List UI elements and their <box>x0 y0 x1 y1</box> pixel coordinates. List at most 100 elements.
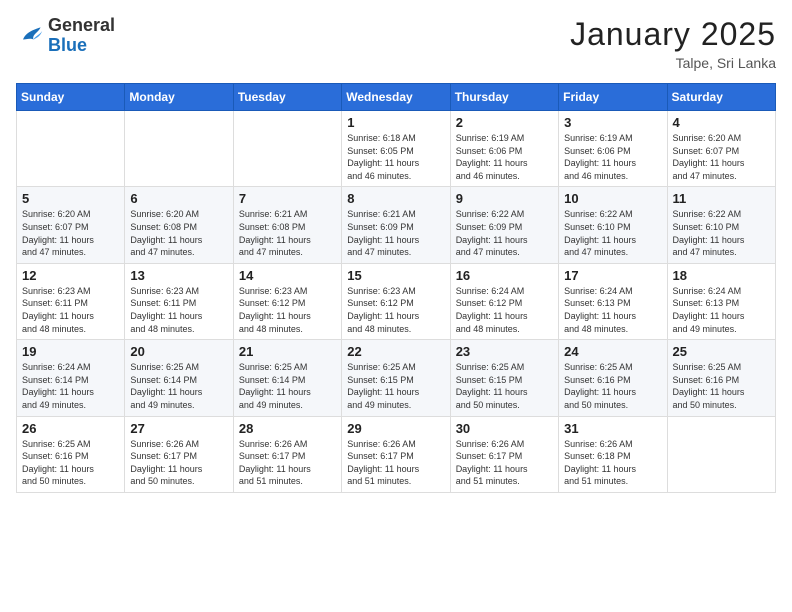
cell-content: Sunrise: 6:19 AMSunset: 6:06 PMDaylight:… <box>456 132 553 182</box>
calendar-cell: 4Sunrise: 6:20 AMSunset: 6:07 PMDaylight… <box>667 111 775 187</box>
column-header-thursday: Thursday <box>450 84 558 111</box>
day-number: 20 <box>130 344 227 359</box>
day-number: 14 <box>239 268 336 283</box>
day-number: 12 <box>22 268 119 283</box>
cell-content: Sunrise: 6:25 AMSunset: 6:16 PMDaylight:… <box>564 361 661 411</box>
cell-content: Sunrise: 6:21 AMSunset: 6:08 PMDaylight:… <box>239 208 336 258</box>
logo-bird-icon <box>16 22 44 50</box>
calendar-cell <box>17 111 125 187</box>
calendar-cell: 24Sunrise: 6:25 AMSunset: 6:16 PMDayligh… <box>559 340 667 416</box>
cell-content: Sunrise: 6:20 AMSunset: 6:08 PMDaylight:… <box>130 208 227 258</box>
cell-content: Sunrise: 6:26 AMSunset: 6:17 PMDaylight:… <box>239 438 336 488</box>
day-number: 23 <box>456 344 553 359</box>
calendar-cell: 7 Sunrise: 6:21 AMSunset: 6:08 PMDaylight… <box>233 187 341 263</box>
calendar-cell: 17 Sunrise: 6:24 AMSunset: 6:13 PMDayligh… <box>559 263 667 339</box>
calendar-cell: 12Sunrise: 6:23 AMSunset: 6:11 PMDayligh… <box>17 263 125 339</box>
day-number: 17 <box>564 268 661 283</box>
calendar-cell <box>125 111 233 187</box>
column-header-monday: Monday <box>125 84 233 111</box>
calendar-cell: 1 Sunrise: 6:18 AMSunset: 6:05 PMDaylight… <box>342 111 450 187</box>
column-header-tuesday: Tuesday <box>233 84 341 111</box>
cell-content: Sunrise: 6:26 AMSunset: 6:17 PMDaylight:… <box>347 438 444 488</box>
cell-content: Sunrise: 6:25 AMSunset: 6:16 PMDaylight:… <box>22 438 119 488</box>
day-number: 19 <box>22 344 119 359</box>
calendar-cell: 13Sunrise: 6:23 AMSunset: 6:11 PMDayligh… <box>125 263 233 339</box>
day-number: 13 <box>130 268 227 283</box>
cell-content: Sunrise: 6:25 AMSunset: 6:14 PMDaylight:… <box>130 361 227 411</box>
logo-text: General Blue <box>48 16 115 56</box>
calendar-cell <box>667 416 775 492</box>
day-number: 29 <box>347 421 444 436</box>
cell-content: Sunrise: 6:24 AMSunset: 6:12 PMDaylight:… <box>456 285 553 335</box>
calendar-cell: 16 Sunrise: 6:24 AMSunset: 6:12 PMDayligh… <box>450 263 558 339</box>
cell-content: Sunrise: 6:25 AMSunset: 6:15 PMDaylight:… <box>347 361 444 411</box>
cell-content: Sunrise: 6:26 AMSunset: 6:18 PMDaylight:… <box>564 438 661 488</box>
day-number: 21 <box>239 344 336 359</box>
calendar-cell: 30 Sunrise: 6:26 AMSunset: 6:17 PMDayligh… <box>450 416 558 492</box>
calendar-cell: 23 Sunrise: 6:25 AMSunset: 6:15 PMDayligh… <box>450 340 558 416</box>
column-header-sunday: Sunday <box>17 84 125 111</box>
cell-content: Sunrise: 6:19 AMSunset: 6:06 PMDaylight:… <box>564 132 661 182</box>
calendar-cell: 18Sunrise: 6:24 AMSunset: 6:13 PMDayligh… <box>667 263 775 339</box>
day-number: 30 <box>456 421 553 436</box>
day-number: 26 <box>22 421 119 436</box>
calendar-cell: 10Sunrise: 6:22 AMSunset: 6:10 PMDayligh… <box>559 187 667 263</box>
calendar-cell: 5Sunrise: 6:20 AMSunset: 6:07 PMDaylight… <box>17 187 125 263</box>
logo-blue: Blue <box>48 36 115 56</box>
calendar-cell: 15Sunrise: 6:23 AMSunset: 6:12 PMDayligh… <box>342 263 450 339</box>
day-number: 8 <box>347 191 444 206</box>
cell-content: Sunrise: 6:25 AMSunset: 6:16 PMDaylight:… <box>673 361 770 411</box>
week-row-1: 1 Sunrise: 6:18 AMSunset: 6:05 PMDaylight… <box>17 111 776 187</box>
cell-content: Sunrise: 6:24 AMSunset: 6:13 PMDaylight:… <box>564 285 661 335</box>
calendar-cell: 27 Sunrise: 6:26 AMSunset: 6:17 PMDayligh… <box>125 416 233 492</box>
calendar-cell: 19 Sunrise: 6:24 AMSunset: 6:14 PMDayligh… <box>17 340 125 416</box>
day-number: 1 <box>347 115 444 130</box>
cell-content: Sunrise: 6:26 AMSunset: 6:17 PMDaylight:… <box>130 438 227 488</box>
day-number: 2 <box>456 115 553 130</box>
logo-general: General <box>48 16 115 36</box>
cell-content: Sunrise: 6:26 AMSunset: 6:17 PMDaylight:… <box>456 438 553 488</box>
cell-content: Sunrise: 6:22 AMSunset: 6:09 PMDaylight:… <box>456 208 553 258</box>
day-number: 11 <box>673 191 770 206</box>
week-row-2: 5Sunrise: 6:20 AMSunset: 6:07 PMDaylight… <box>17 187 776 263</box>
day-number: 3 <box>564 115 661 130</box>
calendar-cell: 26 Sunrise: 6:25 AMSunset: 6:16 PMDayligh… <box>17 416 125 492</box>
calendar-cell: 9 Sunrise: 6:22 AMSunset: 6:09 PMDaylight… <box>450 187 558 263</box>
day-number: 16 <box>456 268 553 283</box>
day-number: 28 <box>239 421 336 436</box>
calendar-cell: 21 Sunrise: 6:25 AMSunset: 6:14 PMDayligh… <box>233 340 341 416</box>
day-number: 7 <box>239 191 336 206</box>
cell-content: Sunrise: 6:24 AMSunset: 6:14 PMDaylight:… <box>22 361 119 411</box>
title-section: January 2025 Talpe, Sri Lanka <box>570 16 776 71</box>
week-row-4: 19 Sunrise: 6:24 AMSunset: 6:14 PMDayligh… <box>17 340 776 416</box>
day-number: 27 <box>130 421 227 436</box>
calendar-cell: 25 Sunrise: 6:25 AMSunset: 6:16 PMDayligh… <box>667 340 775 416</box>
cell-content: Sunrise: 6:22 AMSunset: 6:10 PMDaylight:… <box>673 208 770 258</box>
calendar-cell: 22Sunrise: 6:25 AMSunset: 6:15 PMDayligh… <box>342 340 450 416</box>
cell-content: Sunrise: 6:23 AMSunset: 6:12 PMDaylight:… <box>239 285 336 335</box>
day-number: 18 <box>673 268 770 283</box>
calendar-cell: 20 Sunrise: 6:25 AMSunset: 6:14 PMDayligh… <box>125 340 233 416</box>
day-number: 15 <box>347 268 444 283</box>
location: Talpe, Sri Lanka <box>570 55 776 71</box>
day-number: 4 <box>673 115 770 130</box>
logo: General Blue <box>16 16 115 56</box>
day-number: 31 <box>564 421 661 436</box>
cell-content: Sunrise: 6:25 AMSunset: 6:15 PMDaylight:… <box>456 361 553 411</box>
calendar-cell: 3 Sunrise: 6:19 AMSunset: 6:06 PMDaylight… <box>559 111 667 187</box>
calendar-cell: 8 Sunrise: 6:21 AMSunset: 6:09 PMDaylight… <box>342 187 450 263</box>
calendar-cell: 31 Sunrise: 6:26 AMSunset: 6:18 PMDayligh… <box>559 416 667 492</box>
day-number: 10 <box>564 191 661 206</box>
cell-content: Sunrise: 6:18 AMSunset: 6:05 PMDaylight:… <box>347 132 444 182</box>
calendar-cell: 29 Sunrise: 6:26 AMSunset: 6:17 PMDayligh… <box>342 416 450 492</box>
column-header-friday: Friday <box>559 84 667 111</box>
day-number: 9 <box>456 191 553 206</box>
calendar-table: SundayMondayTuesdayWednesdayThursdayFrid… <box>16 83 776 493</box>
week-row-5: 26 Sunrise: 6:25 AMSunset: 6:16 PMDayligh… <box>17 416 776 492</box>
column-header-wednesday: Wednesday <box>342 84 450 111</box>
cell-content: Sunrise: 6:25 AMSunset: 6:14 PMDaylight:… <box>239 361 336 411</box>
day-number: 6 <box>130 191 227 206</box>
cell-content: Sunrise: 6:21 AMSunset: 6:09 PMDaylight:… <box>347 208 444 258</box>
day-number: 5 <box>22 191 119 206</box>
day-number: 25 <box>673 344 770 359</box>
